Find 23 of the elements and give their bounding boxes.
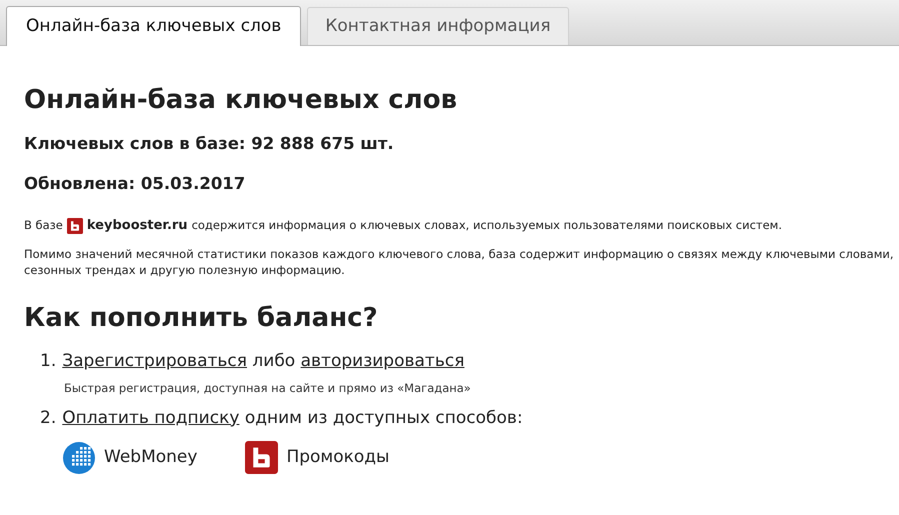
description-text: Помимо значений месячной статистики показов каждого ключевого слова, база содержит информацию о связях между ключевыми словами, сезонных трендах и другую полезную информацию.	[24, 246, 895, 278]
intro-start: В базе	[24, 217, 63, 234]
globe-icon	[62, 440, 96, 475]
step-note: Быстрая регистрация, доступная на сайте и прямо из «Магадана»	[63, 380, 472, 396]
brand-name: keybooster.ru	[86, 217, 188, 235]
tab[interactable]: Контактная информация	[307, 7, 569, 45]
step-text: Оплатить подписку одним из доступных способов:	[62, 406, 523, 430]
stat-text: Обновлена: 05.03.2017	[24, 173, 246, 195]
tab[interactable]: Онлайн-база ключевых слов	[6, 6, 302, 46]
step-text: Зарегистрироваться либо авторизироваться	[62, 350, 464, 372]
step-number: 1.	[40, 350, 56, 372]
page-title: Онлайн-база ключевых слов	[24, 84, 458, 116]
step-link[interactable]: Оплатить подписку	[62, 408, 240, 428]
logo-icon	[66, 218, 83, 234]
stat-text: Ключевых слов в базе: 92 888 675 шт.	[24, 133, 395, 155]
payment-method[interactable]: WebMoney	[62, 440, 198, 475]
section-title: Как пополнить баланс?	[24, 302, 379, 334]
payment-method[interactable]: Промокоды	[245, 441, 390, 474]
promo-logo-icon	[245, 441, 278, 474]
step-link[interactable]: авторизироваться	[300, 350, 464, 370]
step-link[interactable]: Зарегистрироваться	[62, 350, 247, 370]
step-number: 2.	[40, 406, 56, 430]
intro-end: содержится информация о ключевых словах, используемых пользователями поисковых систем.	[192, 217, 782, 234]
